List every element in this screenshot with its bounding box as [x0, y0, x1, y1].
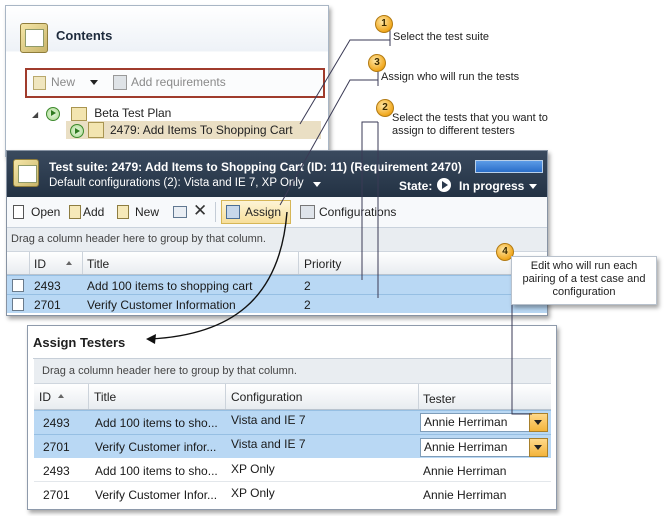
- callout-text-1: Select the test suite: [393, 31, 489, 43]
- callout-text-4-line2: pairing of a test case and: [522, 273, 646, 285]
- callout-text-2: Select the tests that you want to assign…: [392, 112, 548, 138]
- callout-text-4-line3: configuration: [552, 286, 616, 298]
- callout-text-4: Edit who will run each pairing of a test…: [511, 256, 657, 305]
- callout-text-4-line1: Edit who will run each: [530, 260, 638, 272]
- callout-number-3: 3: [368, 54, 386, 72]
- callout-number-1: 1: [375, 15, 393, 33]
- callout-text-2-line1: Select the tests that you want to: [392, 112, 548, 124]
- callout-text-2-line2: assign to different testers: [392, 125, 515, 137]
- callout-text-3: Assign who will run the tests: [381, 71, 520, 83]
